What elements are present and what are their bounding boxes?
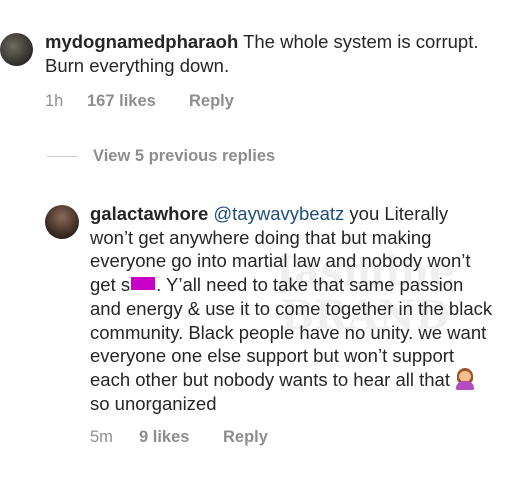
likes-count[interactable]: 9 likes bbox=[139, 428, 223, 447]
comment: galactawhore @taywavybeatz you Literally… bbox=[45, 202, 505, 447]
woman-raising-hand-emoji-icon bbox=[454, 367, 476, 390]
comment-body-part-2: . Y’all need to take that same passion a… bbox=[90, 274, 493, 390]
comment: mydognamedpharaoh The whole system is co… bbox=[0, 30, 505, 111]
username[interactable]: mydognamedpharaoh bbox=[45, 31, 238, 52]
username[interactable]: galactawhore bbox=[90, 203, 208, 224]
likes-count[interactable]: 167 likes bbox=[87, 92, 189, 111]
reply-button[interactable]: Reply bbox=[223, 428, 268, 447]
divider-line bbox=[47, 156, 77, 157]
comment-text: galactawhore @taywavybeatz you Literally… bbox=[90, 202, 495, 415]
comment-body-part-3: so unorganized bbox=[90, 392, 217, 414]
avatar[interactable] bbox=[0, 33, 33, 66]
view-replies-label[interactable]: View 5 previous replies bbox=[93, 147, 275, 166]
comment-text: mydognamedpharaoh The whole system is co… bbox=[45, 30, 495, 77]
censor-block bbox=[131, 277, 156, 291]
mention-link[interactable]: @taywavybeatz bbox=[213, 203, 344, 224]
timestamp: 5m bbox=[90, 428, 113, 447]
comment-meta: 1h 167 likes Reply bbox=[45, 92, 505, 111]
reply-button[interactable]: Reply bbox=[189, 92, 234, 111]
timestamp: 1h bbox=[45, 92, 64, 111]
avatar[interactable] bbox=[45, 205, 79, 239]
comment-meta: 5m 9 likes Reply bbox=[90, 428, 505, 447]
view-previous-replies[interactable]: View 5 previous replies bbox=[47, 147, 275, 166]
